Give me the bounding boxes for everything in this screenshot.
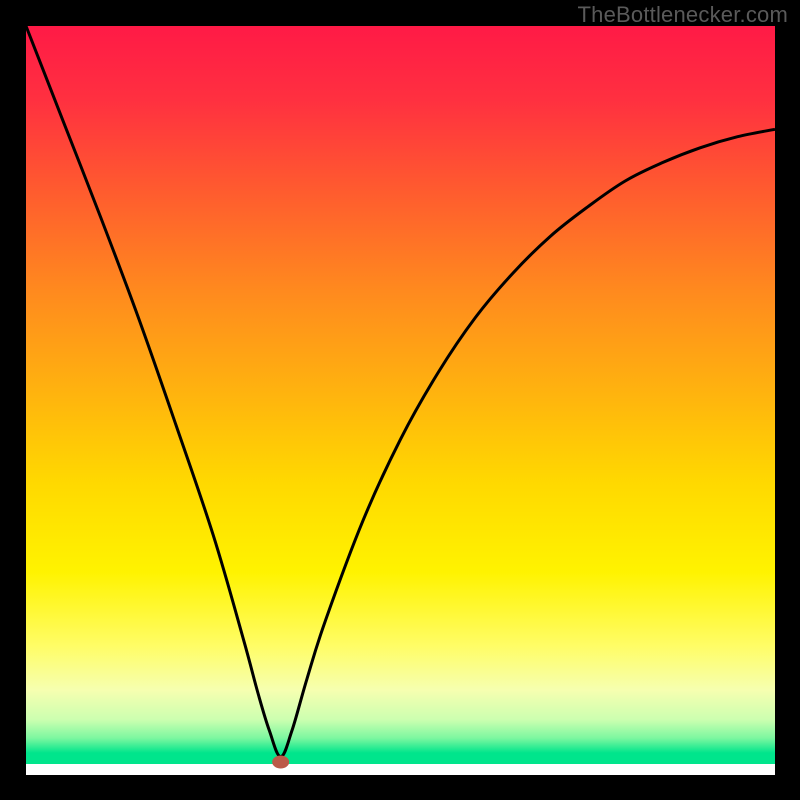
- watermark-label: TheBottlenecker.com: [578, 2, 788, 28]
- optimal-point-marker: [273, 756, 289, 768]
- bottleneck-chart: [0, 0, 800, 800]
- bottom-strip: [26, 764, 775, 775]
- plot-area: [26, 26, 775, 764]
